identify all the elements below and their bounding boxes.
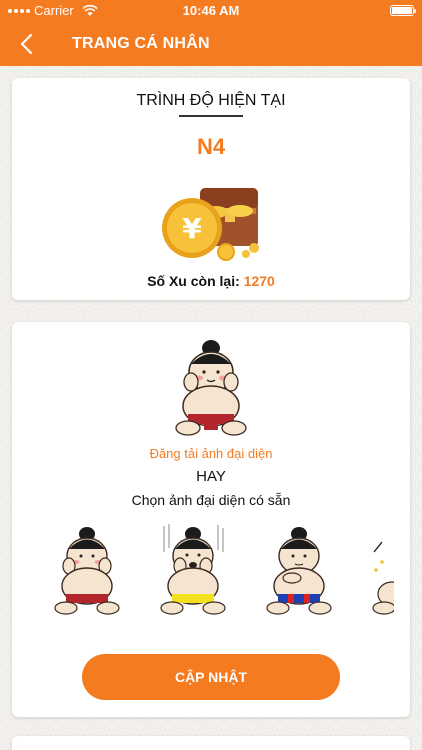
chevron-left-icon[interactable] [14,30,42,58]
sumo-avatar-3[interactable] [266,522,332,618]
nav-bar: TRANG CÁ NHÂN [0,22,422,66]
sumo-avatar-1-icon [54,527,120,615]
level-title: TRÌNH ĐỘ HIỆN TẠI [136,92,286,109]
title-underline [179,115,243,117]
header: Carrier 10:46 AM TRANG CÁ NHÂN [0,0,422,66]
page-title: TRANG CÁ NHÂN [72,35,210,52]
sumo-avatar-1[interactable] [54,522,120,618]
sumo-avatar-4[interactable] [372,522,394,618]
coin-label: Số Xu còn lại: [147,273,244,289]
battery-icon [390,5,416,16]
sumo-avatar-3-icon [266,527,332,615]
update-button[interactable]: CẬP NHẬT [82,654,340,700]
status-bar: Carrier 10:46 AM [0,0,422,22]
avatar-card: Đăng tải ảnh đại diện HAY Chọn ảnh đại d… [12,322,410,717]
sumo-avatar-2-icon [160,524,226,615]
level-value: N4 [196,134,226,159]
next-card [12,736,410,750]
sumo-avatar-4-icon [372,541,394,615]
choose-avatar-label: Chọn ảnh đại diện có sẵn [131,492,291,508]
coin-balance: Số Xu còn lại: 1270 [12,273,410,289]
coin-value: 1270 [243,273,275,289]
level-card: TRÌNH ĐỘ HIỆN TẠI N4 ¥ Số Xu còn lại: 12… [12,78,410,300]
status-time: 10:46 AM [182,3,240,18]
sumo-avatar-icon[interactable] [174,334,248,440]
svg-text:¥: ¥ [182,212,202,245]
coins-treasure-icon: ¥ [162,188,259,261]
upload-avatar-link[interactable]: Đăng tải ảnh đại diện [12,446,410,461]
sumo-avatar-2[interactable] [160,522,226,618]
or-separator: HAY [196,468,226,485]
avatar-options [54,522,394,618]
